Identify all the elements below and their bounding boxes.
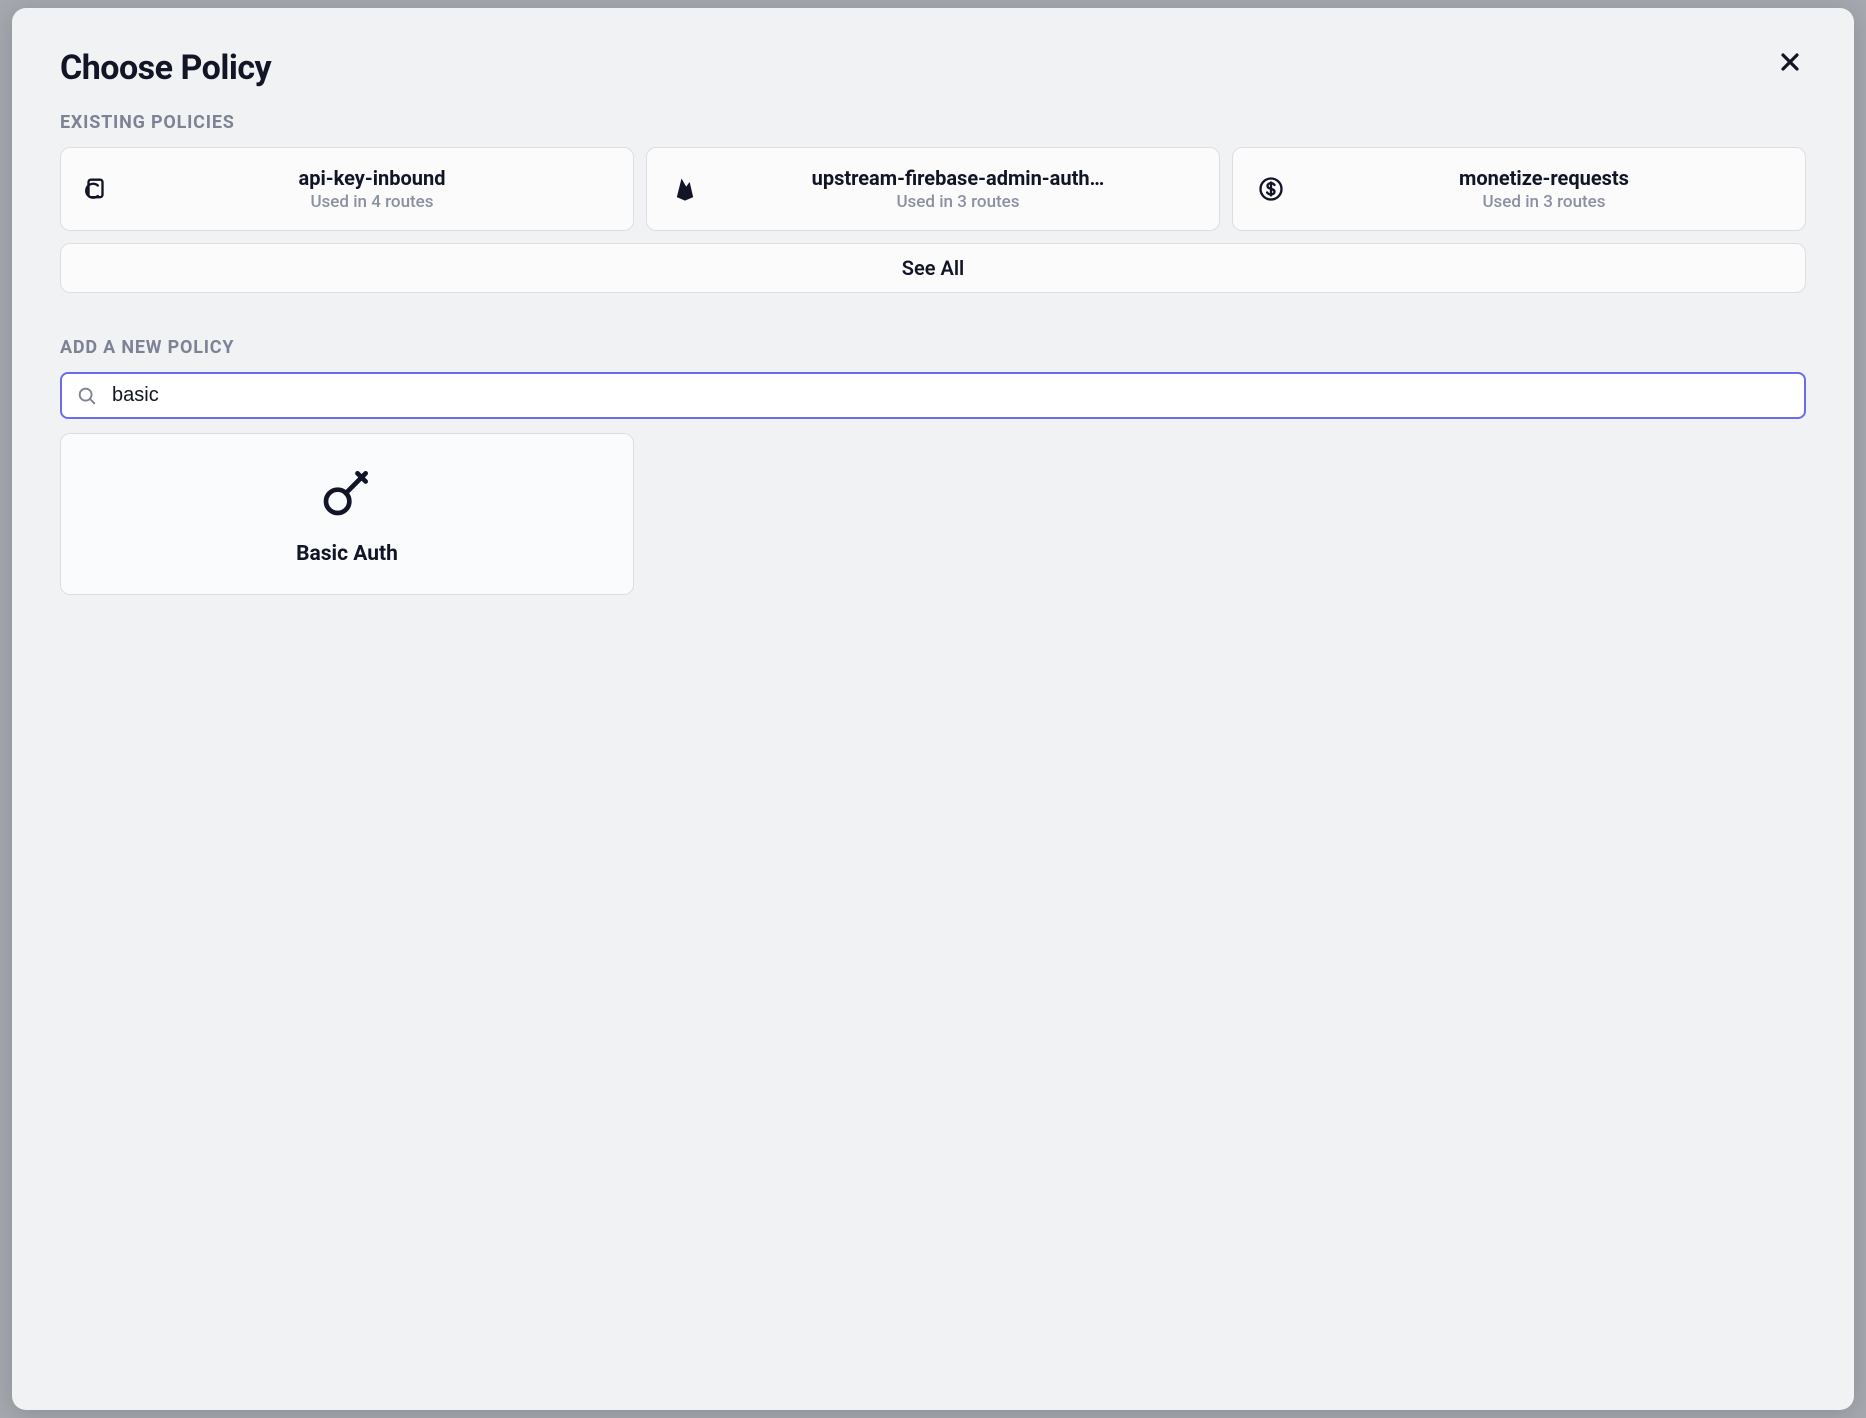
policy-search-input[interactable] <box>112 380 1790 411</box>
close-button[interactable] <box>1774 48 1806 80</box>
policy-name: upstream-firebase-admin-auth… <box>812 166 1105 190</box>
modal-title: Choose Policy <box>60 48 271 88</box>
policy-text: upstream-firebase-admin-auth… Used in 3 … <box>719 166 1197 212</box>
policy-name: monetize-requests <box>1459 166 1629 190</box>
policy-sub: Used in 3 routes <box>896 192 1019 212</box>
key-icon <box>319 464 375 520</box>
existing-policy-card[interactable]: monetize-requests Used in 3 routes <box>1232 147 1806 231</box>
close-icon <box>1778 50 1802 78</box>
shapes-icon <box>83 173 115 205</box>
search-results: Basic Auth <box>60 433 1806 595</box>
choose-policy-modal: Choose Policy EXISTING POLICIES <box>12 8 1854 1410</box>
result-name: Basic Auth <box>296 542 398 566</box>
policy-name: api-key-inbound <box>299 166 446 190</box>
policy-text: api-key-inbound Used in 4 routes <box>133 166 611 212</box>
policy-text: monetize-requests Used in 3 routes <box>1305 166 1783 212</box>
existing-policies-row: api-key-inbound Used in 4 routes upstrea… <box>60 147 1806 231</box>
existing-policy-card[interactable]: upstream-firebase-admin-auth… Used in 3 … <box>646 147 1220 231</box>
existing-policy-card[interactable]: api-key-inbound Used in 4 routes <box>60 147 634 231</box>
policy-search[interactable] <box>60 372 1806 419</box>
existing-policies-label: EXISTING POLICIES <box>60 112 1806 133</box>
search-icon <box>76 385 98 407</box>
modal-header: Choose Policy <box>60 48 1806 88</box>
modal-backdrop: Choose Policy EXISTING POLICIES <box>0 0 1866 1418</box>
firebase-icon <box>669 173 701 205</box>
add-policy-label: ADD A NEW POLICY <box>60 337 1806 358</box>
see-all-button[interactable]: See All <box>60 243 1806 293</box>
dollar-circle-icon <box>1255 173 1287 205</box>
policy-sub: Used in 4 routes <box>310 192 433 212</box>
policy-result-card[interactable]: Basic Auth <box>60 433 634 595</box>
policy-sub: Used in 3 routes <box>1482 192 1605 212</box>
